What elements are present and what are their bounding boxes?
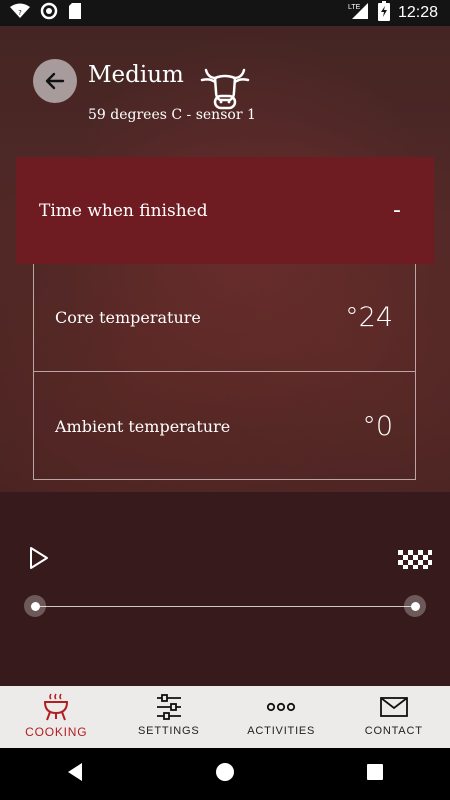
progress-end-handle[interactable] [404,595,426,617]
cooking-level-title: Medium [88,62,184,88]
triangle-back-icon [67,763,82,781]
nav-label-activities: ACTIVITIES [247,725,316,737]
play-icon [30,547,48,569]
bottom-navigation: COOKING SETTINGS ACTIVITIES CONTACT [0,686,450,748]
nav-item-settings[interactable]: SETTINGS [113,686,226,748]
status-time: 12:28 [397,4,438,21]
ambient-temperature-row: Ambient temperature °0 [34,372,415,480]
wifi-icon: ? [10,3,30,24]
system-back-button[interactable] [66,762,84,786]
cooking-progress-player [0,492,450,686]
square-recents-icon [367,764,384,780]
nav-item-contact[interactable]: CONTACT [338,686,450,748]
ambient-temperature-label: Ambient temperature [55,416,231,436]
temperature-panel: Core temperature °24 Ambient temperature… [33,264,416,480]
signal-icon: LTE [348,2,370,25]
system-home-button[interactable] [215,762,235,786]
dots-icon [267,702,296,712]
sliders-icon [156,694,181,720]
mail-icon [379,697,408,717]
sync-icon [40,2,58,25]
system-recents-button[interactable] [366,763,384,785]
svg-text:LTE: LTE [348,4,361,11]
back-button[interactable] [33,59,77,103]
progress-track[interactable] [35,606,415,607]
svg-text:?: ? [18,9,22,17]
progress-start-handle[interactable] [24,595,46,617]
nav-label-settings: SETTINGS [138,725,200,737]
play-button[interactable] [28,546,50,574]
time-when-finished-panel[interactable]: Time when finished - [16,157,434,264]
core-temperature-label: Core temperature [55,308,201,327]
system-navigation-bar [0,748,450,800]
checkered-flag-icon[interactable] [398,548,432,574]
status-bar: ? LTE 12:28 [0,0,450,26]
time-when-finished-value: - [393,198,401,223]
core-temperature-row: Core temperature °24 [34,264,415,372]
cow-icon [200,64,250,114]
grill-icon [44,693,69,721]
sd-card-icon [68,2,82,25]
core-temperature-value: °24 [345,302,393,333]
arrow-left-icon [45,72,65,90]
nav-label-cooking: COOKING [25,725,88,739]
circle-home-icon [215,763,234,781]
nav-item-cooking[interactable]: COOKING [0,686,113,748]
time-when-finished-label: Time when finished [39,200,208,221]
battery-charging-icon [377,0,390,26]
nav-label-contact: CONTACT [364,725,423,737]
ambient-temperature-value: °0 [362,410,393,442]
nav-item-activities[interactable]: ACTIVITIES [225,686,338,748]
